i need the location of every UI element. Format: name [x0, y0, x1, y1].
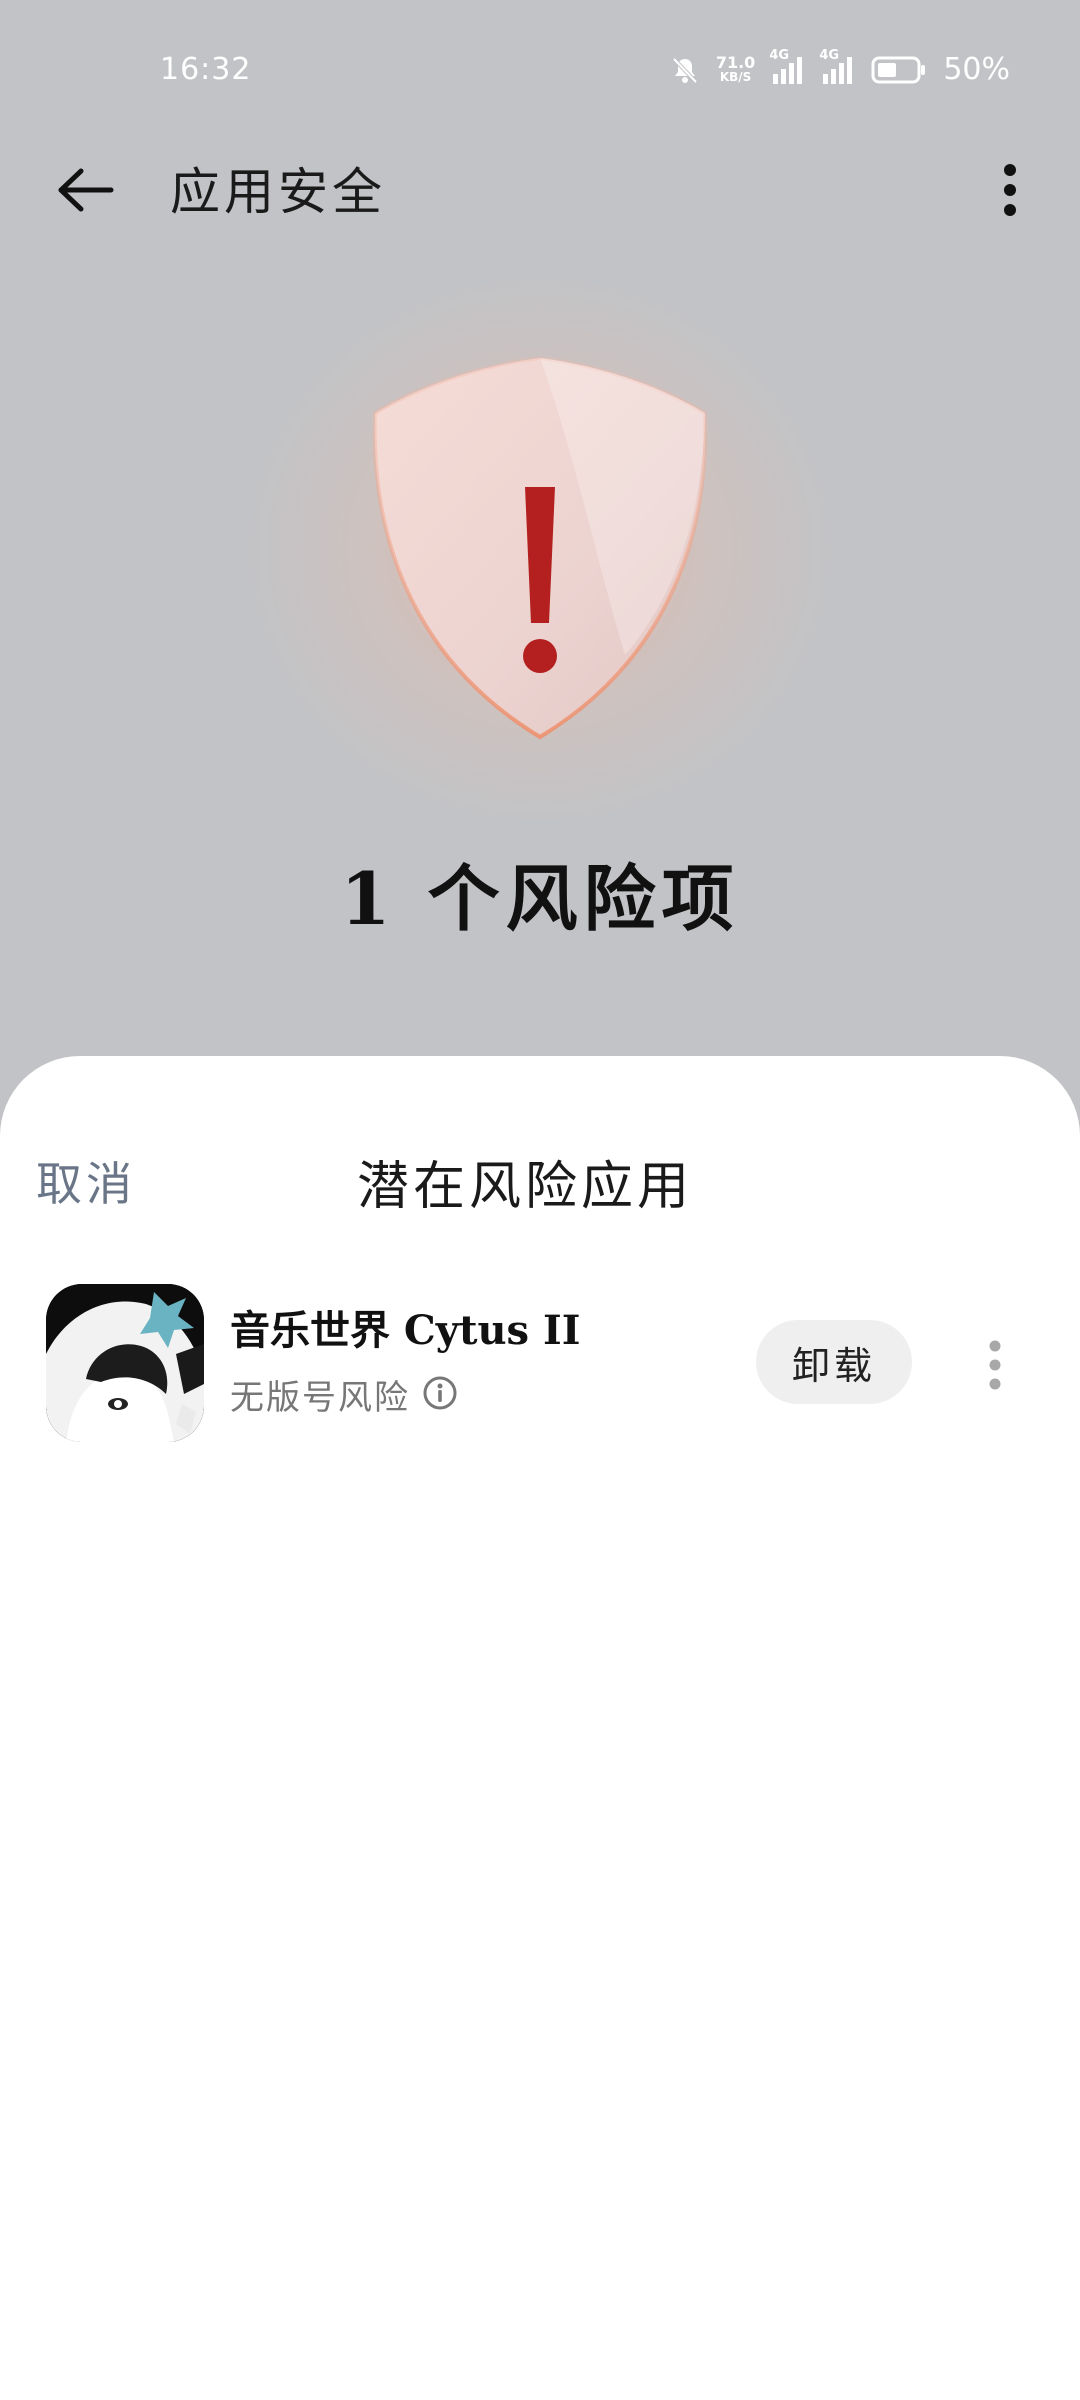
uninstall-button[interactable]: 卸载 — [756, 1320, 912, 1404]
more-vertical-icon — [1004, 164, 1016, 216]
status-bar: 16:32 71.0 KB/S 4G 4G 50% — [0, 0, 1080, 150]
arrow-left-icon — [58, 168, 114, 212]
app-risk-label-group: 无版号风险 — [230, 1370, 458, 1419]
signal-icon: 4G — [819, 48, 855, 84]
risk-count-text: 1 个风险项 — [340, 856, 740, 941]
signal-icon: 4G — [769, 48, 805, 84]
network-speed-value: 71.0 — [715, 52, 756, 72]
app-risk-label: 无版号风险 — [230, 1378, 410, 1418]
more-vertical-icon — [989, 1340, 1001, 1390]
bell-muted-icon — [670, 55, 700, 85]
app-icon — [46, 1284, 204, 1442]
sim2-network-tag: 4G — [819, 47, 840, 63]
page-title: 应用安全 — [170, 163, 386, 221]
info-circle-icon[interactable] — [422, 1375, 458, 1415]
battery-icon — [871, 56, 927, 84]
network-speed-unit: KB/S — [719, 69, 752, 84]
sim1-network-tag: 4G — [769, 47, 790, 63]
app-name: 音乐世界 Cytus II — [230, 1307, 581, 1354]
back-button[interactable] — [50, 160, 120, 220]
status-icons: 71.0 KB/S 4G 4G 50% — [670, 48, 1010, 87]
sheet-title: 潜在风险应用 — [356, 1157, 693, 1217]
status-time: 16:32 — [160, 52, 252, 87]
app-more-options-button[interactable] — [970, 1320, 1020, 1410]
list-item[interactable]: 音乐世界 Cytus II 无版号风险 卸载 — [0, 1270, 1080, 1450]
shield-warning-icon — [365, 355, 715, 740]
battery-percent: 50% — [943, 52, 1010, 87]
risk-apps-sheet — [0, 1056, 1080, 2400]
network-speed: 71.0 KB/S — [715, 52, 756, 85]
more-options-button[interactable] — [980, 155, 1040, 225]
